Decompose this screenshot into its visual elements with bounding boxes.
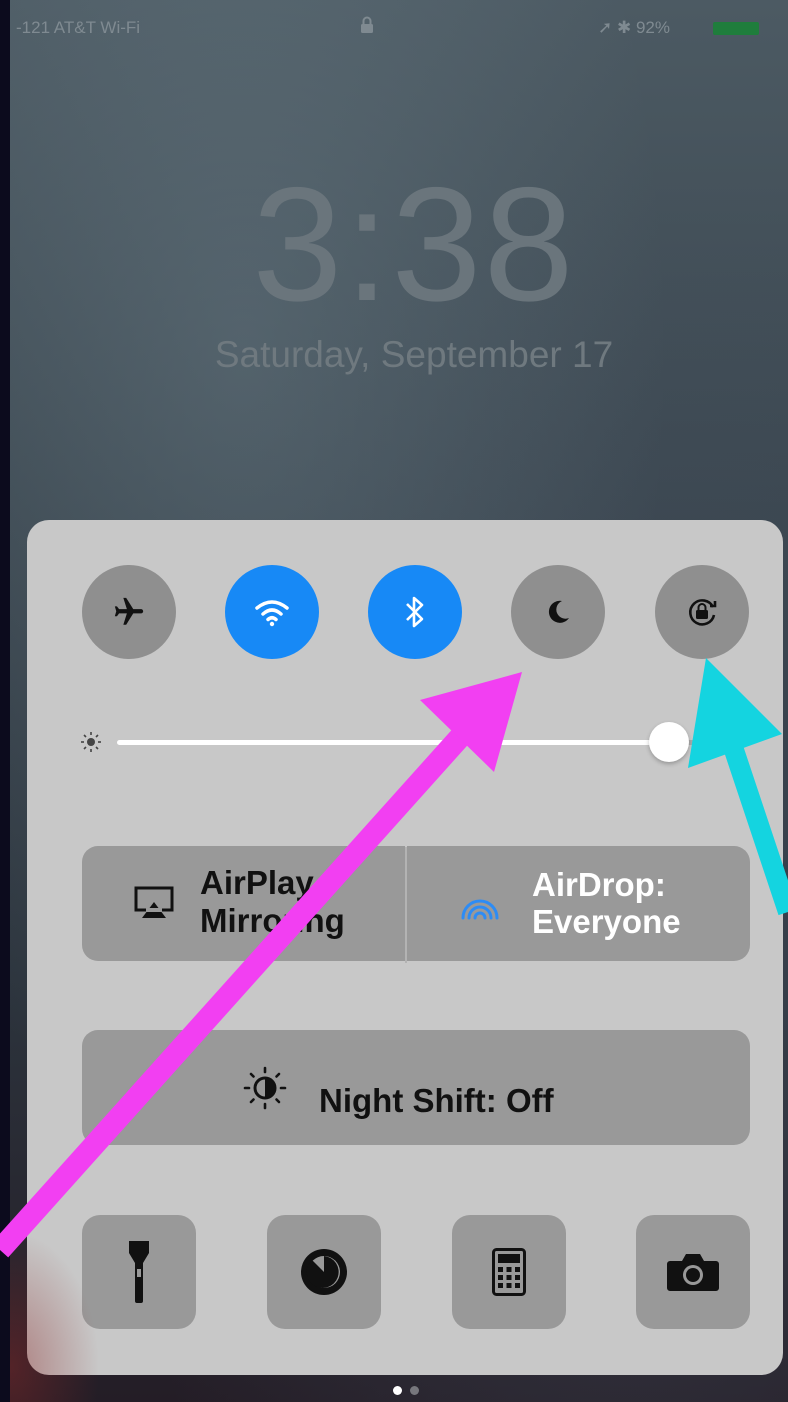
airdrop-label-line1: AirDrop: — [532, 866, 666, 903]
status-right: ➚ ✱ 92% — [598, 18, 670, 38]
status-bar: -121 AT&T Wi-Fi ➚ ✱ 92% — [10, 14, 788, 46]
page-dot-active — [393, 1386, 402, 1395]
airplay-icon — [134, 886, 174, 918]
timer-icon — [301, 1249, 347, 1295]
lock-icon — [360, 16, 374, 39]
brightness-track-filled — [117, 740, 667, 745]
rotation-lock-toggle[interactable] — [655, 565, 749, 659]
page-dot — [410, 1386, 419, 1395]
camera-button[interactable] — [636, 1215, 750, 1329]
wifi-toggle[interactable] — [225, 565, 319, 659]
rotation-lock-icon — [689, 599, 717, 626]
brightness-low-icon — [81, 732, 101, 752]
airplay-mirroring-button[interactable]: AirPlay Mirroring — [82, 846, 405, 961]
date-label: Saturday, September 17 — [214, 334, 614, 375]
night-shift-icon — [243, 1066, 287, 1110]
bluetooth-status-icon: ✱ — [616, 18, 632, 37]
flashlight-button[interactable] — [82, 1215, 196, 1329]
airplane-mode-toggle[interactable] — [82, 565, 176, 659]
airplane-icon — [114, 597, 144, 625]
airplay-label-line2: Mirroring — [200, 902, 345, 939]
battery-percent: 92% — [635, 18, 670, 37]
night-shift-label: Night Shift: Off — [319, 1082, 554, 1119]
airdrop-icon — [461, 899, 499, 920]
brightness-slider[interactable] — [27, 718, 783, 766]
airdrop-label-line2: Everyone — [532, 903, 681, 940]
timer-button[interactable] — [267, 1215, 381, 1329]
bluetooth-toggle[interactable] — [368, 565, 462, 659]
location-icon: ➚ — [598, 18, 613, 37]
flashlight-icon — [129, 1241, 149, 1303]
carrier-label: -121 AT&T Wi-Fi — [16, 18, 141, 37]
airdrop-button[interactable]: AirDrop: Everyone — [407, 846, 750, 961]
do-not-disturb-toggle[interactable] — [511, 565, 605, 659]
calculator-button[interactable] — [452, 1215, 566, 1329]
camera-icon — [667, 1254, 719, 1291]
moon-icon — [548, 600, 569, 623]
calculator-icon — [492, 1248, 526, 1296]
clock: 3:38 — [252, 154, 576, 335]
wifi-icon — [255, 600, 289, 627]
brightness-thumb[interactable] — [649, 722, 689, 762]
airplay-label-line1: AirPlay — [200, 864, 314, 901]
lock-screen: -121 AT&T Wi-Fi ➚ ✱ 92% 3:38 Saturday, S… — [10, 0, 788, 1402]
battery-icon — [713, 22, 759, 35]
bluetooth-icon — [406, 596, 424, 628]
control-center-panel: AirPlay Mirroring AirDrop: Everyone Nigh… — [27, 520, 783, 1375]
